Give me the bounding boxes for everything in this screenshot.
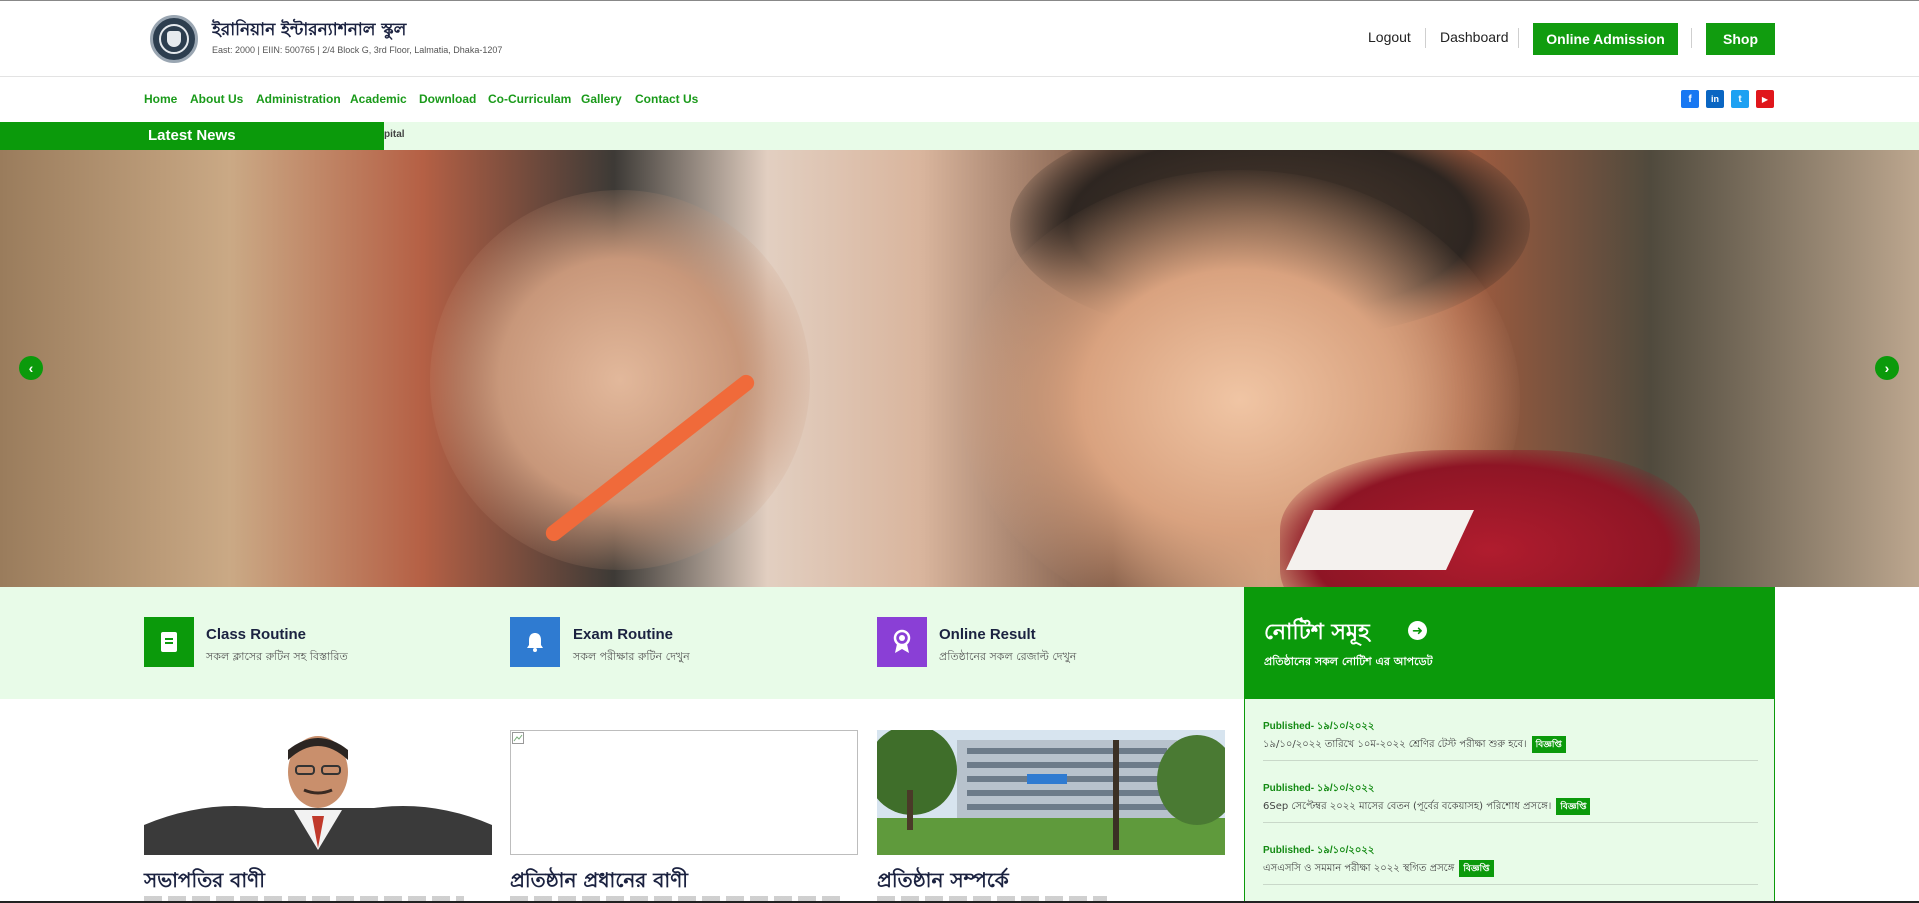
header-divider: [1691, 28, 1692, 48]
notice-text[interactable]: ১৯/১০/২০২২ তারিখে ১০ম-২০২২ শ্রেণির টেস্ট…: [1263, 736, 1566, 754]
news-ticker-bar: Latest News pital: [0, 122, 1919, 150]
nav-item-co-curriculam[interactable]: Co-Curriculam: [488, 92, 571, 106]
award-icon[interactable]: [877, 617, 927, 667]
page: ইরানিয়ান ইন্টারন্যাশনাল স্কুল East: 200…: [0, 0, 1919, 903]
notice-tag: বিজ্ঞপ্তি: [1531, 736, 1566, 753]
school-logo[interactable]: [150, 15, 198, 63]
site-header: ইরানিয়ান ইন্টারন্যাশনাল স্কুল East: 200…: [0, 0, 1919, 77]
online-admission-button[interactable]: Online Admission: [1533, 23, 1678, 55]
notice-text-content[interactable]: এসএসসি ও সমমান পরীক্ষা ২০২২ স্থগিত প্রসঙ…: [1263, 863, 1454, 874]
online-result-subtitle: প্রতিষ্ঠানের সকল রেজাল্ট দেখুন: [939, 650, 1077, 663]
notice-published-date: Published- ১৯/১০/২০২২: [1263, 721, 1375, 732]
online-result-title[interactable]: Online Result: [939, 626, 1036, 643]
latest-news-label: Latest News: [0, 122, 384, 150]
main-nav: Home About Us Administration Academic Do…: [0, 78, 1919, 122]
dashboard-link[interactable]: Dashboard: [1440, 29, 1509, 45]
school-info: East: 2000 | EIIN: 500765 | 2/4 Block G,…: [212, 45, 503, 55]
school-name[interactable]: ইরানিয়ান ইন্টারন্যাশনাল স্কুল: [212, 17, 406, 45]
notice-text-content[interactable]: ১৯/১০/২০২২ তারিখে ১০ম-২০২২ শ্রেণির টেস্ট…: [1263, 739, 1527, 750]
notice-published-date: Published- ১৯/১০/২০২২: [1263, 845, 1375, 856]
class-routine-subtitle: সকল ক্লাসের রুটিন সহ বিস্তারিত: [206, 650, 348, 663]
nav-item-about-us[interactable]: About Us: [190, 92, 243, 106]
nav-item-academic[interactable]: Academic: [350, 92, 407, 106]
about-institution-title[interactable]: প্রতিষ্ঠান সম্পর্কে: [877, 866, 1009, 899]
slider-next-button[interactable]: ›: [1875, 356, 1899, 380]
principal-photo-placeholder: [510, 730, 858, 855]
news-ticker-text[interactable]: pital: [384, 129, 405, 140]
notice-text[interactable]: এসএসসি ও সমমান পরীক্ষা ২০২২ স্থগিত প্রসঙ…: [1263, 860, 1494, 878]
exam-routine-title[interactable]: Exam Routine: [573, 626, 673, 643]
list-item[interactable]: Published- ১৯/১০/২০২২ ১৯/১০/২০২২ তারিখে …: [1263, 699, 1758, 761]
exam-routine-subtitle: সকল পরীক্ষার রুটিন দেখুন: [573, 650, 690, 663]
notice-published-date: Published- ১৯/১০/২০২২: [1263, 783, 1375, 794]
twitter-icon[interactable]: t: [1731, 90, 1749, 108]
hero-slider: [0, 150, 1919, 587]
notice-subtitle: প্রতিষ্ঠানের সকল নোটিশ এর আপডেট: [1264, 655, 1433, 668]
hero-image-detail: [1286, 510, 1474, 570]
list-item[interactable]: Published- ১৯/১০/২০২২ এসএসসি ও সমমান পরী…: [1263, 823, 1758, 885]
class-routine-title[interactable]: Class Routine: [206, 626, 306, 643]
notice-tag: বিজ্ঞপ্তি: [1556, 798, 1591, 815]
header-divider: [1425, 28, 1426, 48]
list-item[interactable]: Published- ১৯/১০/২০২২ 6Sep সেপ্টেম্বর ২০…: [1263, 761, 1758, 823]
shop-button[interactable]: Shop: [1706, 23, 1775, 55]
notice-panel-header: নোটিশ সমূহ ➜ প্রতিষ্ঠানের সকল নোটিশ এর আ…: [1244, 587, 1775, 699]
principal-message-title[interactable]: প্রতিষ্ঠান প্রধানের বাণী: [510, 866, 688, 899]
book-icon[interactable]: [144, 617, 194, 667]
header-divider: [1518, 28, 1519, 48]
chairman-photo: [144, 730, 492, 855]
slider-prev-button[interactable]: ‹: [19, 356, 43, 380]
nav-item-contact-us[interactable]: Contact Us: [635, 92, 698, 106]
notice-tag: বিজ্ঞপ্তি: [1459, 860, 1494, 877]
youtube-icon[interactable]: ▶: [1756, 90, 1774, 108]
nav-item-home[interactable]: Home: [144, 92, 177, 106]
chairman-message-title[interactable]: সভাপতির বাণী: [144, 866, 265, 899]
bell-icon[interactable]: [510, 617, 560, 667]
arrow-right-icon[interactable]: ➜: [1408, 621, 1427, 640]
logout-link[interactable]: Logout: [1368, 29, 1411, 45]
notice-text[interactable]: 6Sep সেপ্টেম্বর ২০২২ মাসের বেতন (পূর্বের…: [1263, 798, 1591, 816]
notice-text-content[interactable]: 6Sep সেপ্টেম্বর ২০২২ মাসের বেতন (পূর্বের…: [1263, 801, 1551, 812]
notice-list: Published- ১৯/১০/২০২২ ১৯/১০/২০২২ তারিখে …: [1244, 699, 1775, 903]
linkedin-icon[interactable]: in: [1706, 90, 1724, 108]
nav-item-administration[interactable]: Administration: [256, 92, 341, 106]
notice-title: নোটিশ সমূহ: [1264, 620, 1370, 645]
nav-item-gallery[interactable]: Gallery: [581, 92, 622, 106]
facebook-icon[interactable]: f: [1681, 90, 1699, 108]
nav-item-download[interactable]: Download: [419, 92, 476, 106]
school-building-photo: [877, 730, 1225, 855]
